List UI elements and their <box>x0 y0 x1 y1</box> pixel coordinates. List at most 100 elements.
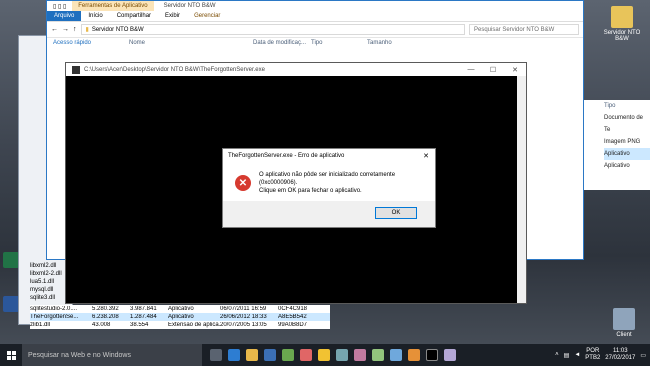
dialog-close-button[interactable]: ✕ <box>417 152 435 160</box>
app-icon[interactable] <box>318 349 330 361</box>
cell-type: Aplicativo <box>168 314 194 320</box>
edge-icon[interactable] <box>228 349 240 361</box>
dialog-titlebar: TheForgottenServer.exe - Erro de aplicat… <box>223 149 435 163</box>
desktop-icon-label: Servidor NTO B&W <box>603 30 641 42</box>
list-item[interactable]: Aplicativo <box>604 160 650 172</box>
search-input[interactable]: Pesquisar Servidor NTO B&W <box>469 24 579 35</box>
maximize-button[interactable]: ☐ <box>482 66 504 74</box>
excel-icon <box>3 252 19 268</box>
clock[interactable]: 11:03 27/02/2017 <box>605 348 635 362</box>
console-scrollbar[interactable] <box>517 76 526 303</box>
app-icon[interactable] <box>354 349 366 361</box>
console-controls: — ☐ ✕ <box>460 66 526 74</box>
cell-size: 43.008 <box>92 322 111 328</box>
lang-label: POR <box>586 348 600 354</box>
error-dialog[interactable]: TheForgottenServer.exe - Erro de aplicat… <box>222 148 436 228</box>
app-icon[interactable] <box>444 349 456 361</box>
up-arrow-icon[interactable]: ↑ <box>73 26 77 33</box>
forward-arrow-icon[interactable]: → <box>62 26 69 33</box>
table-row[interactable]: sqlitestudio-2.0.... 5.280.392 3.987.841… <box>30 305 330 313</box>
context-tab-header: Ferramentas de Aplicativo <box>72 1 154 11</box>
cell-type: Extensão de aplica... <box>168 322 220 328</box>
table-row[interactable]: zlib1.dll 43.008 38.554 Extensão de apli… <box>30 321 330 329</box>
dialog-body: ✕ O aplicativo não pôde ser inicializado… <box>223 163 435 203</box>
back-arrow-icon[interactable]: ← <box>51 26 58 33</box>
list-item[interactable]: Aplicativo <box>604 148 650 160</box>
col-tamanho[interactable]: Tamanho <box>367 40 417 46</box>
list-item[interactable]: Documento de Te <box>604 112 650 136</box>
store-icon[interactable] <box>264 349 276 361</box>
table-row[interactable]: TheForgottenSe... 6.238.208 1.287.484 Ap… <box>30 313 330 321</box>
tab-arquivo[interactable]: Arquivo <box>47 11 82 21</box>
desktop-icon-servidor[interactable]: Servidor NTO B&W <box>600 6 644 42</box>
taskbar-search[interactable]: Pesquisar na Web e no Windows <box>22 344 202 366</box>
quick-access-item[interactable]: Acesso rápido <box>47 40 129 46</box>
left-file-list: libxml2.dll libxml2-2.dll lua5.1.dll mys… <box>30 262 62 302</box>
close-button[interactable]: ✕ <box>504 66 526 74</box>
cell-size2: 3.987.841 <box>130 306 157 312</box>
dialog-message-line1: O aplicativo não pôde ser inicializado c… <box>258 172 396 186</box>
start-button[interactable] <box>0 344 22 366</box>
cell-name: sqlitestudio-2.0.... <box>30 306 78 312</box>
cell-type: Aplicativo <box>168 306 194 312</box>
list-item[interactable]: libxml2.dll <box>30 262 62 270</box>
list-item[interactable]: mysql.dll <box>30 286 62 294</box>
volume-icon[interactable]: ◄ <box>574 352 580 358</box>
layout-label: PTB2 <box>585 355 601 361</box>
cell-date: 26/06/2012 18:33 <box>220 314 267 320</box>
col-nome[interactable]: Nome <box>129 40 253 46</box>
tab-inicio[interactable]: Início <box>81 11 109 21</box>
language-indicator[interactable]: POR PTB2 <box>585 348 600 362</box>
dialog-message: O aplicativo não pôde ser inicializado c… <box>259 171 435 195</box>
tab-exibir[interactable]: Exibir <box>158 11 187 21</box>
console-title: C:\Users\Acer\Desktop\Servidor NTO B&W\T… <box>84 66 265 73</box>
list-item[interactable]: lua5.1.dll <box>30 278 62 286</box>
app-icon[interactable] <box>336 349 348 361</box>
address-bar[interactable]: ▮ Servidor NTO B&W <box>80 24 465 35</box>
ok-button[interactable]: OK <box>375 207 417 219</box>
network-icon[interactable]: ▤ <box>564 352 570 359</box>
minimize-button[interactable]: — <box>460 66 482 74</box>
windows-icon <box>6 350 16 360</box>
cell-date: 20/07/2005 13:05 <box>220 322 267 328</box>
dialog-message-line2: Clique em OK para fechar o aplicativo. <box>258 188 362 194</box>
folder-icon <box>613 308 635 330</box>
list-item[interactable]: Imagem PNG <box>604 136 650 148</box>
ribbon-tabs: Arquivo Início Compartilhar Exibir Geren… <box>47 11 583 22</box>
file-table-bottom: sqlitestudio-2.0.... 5.280.392 3.987.841… <box>30 305 330 329</box>
list-item[interactable]: libxml2-2.dll <box>30 270 62 278</box>
app-icon[interactable] <box>390 349 402 361</box>
clock-time: 11:03 <box>613 348 628 354</box>
cell-hash: 0CF4C918 <box>278 306 308 312</box>
col-tipo-right: Tipo <box>604 103 616 109</box>
app-icon[interactable] <box>282 349 294 361</box>
app-icon[interactable] <box>300 349 312 361</box>
taskbar: Pesquisar na Web e no Windows ˄ ▤ ◄ POR … <box>0 344 650 366</box>
app-icon[interactable] <box>372 349 384 361</box>
right-type-column: Tipo Documento de Te Imagem PNG Aplicati… <box>584 100 650 190</box>
address-row: ← → ↑ ▮ Servidor NTO B&W Pesquisar Servi… <box>47 22 583 38</box>
tab-gerenciar[interactable]: Gerenciar <box>187 11 227 21</box>
col-data[interactable]: Data de modificaç... <box>253 40 311 46</box>
clock-date: 27/02/2017 <box>605 355 636 361</box>
error-icon: ✕ <box>235 175 251 191</box>
column-headers: Acesso rápido Nome Data de modificaç... … <box>47 38 583 48</box>
notifications-icon[interactable]: ▭ <box>640 352 646 359</box>
explorer-icon[interactable] <box>246 349 258 361</box>
explorer-titlebar: ▯ ▯ ▯ Ferramentas de Aplicativo Servidor… <box>47 1 583 11</box>
cell-size: 5.280.392 <box>92 306 119 312</box>
cell-name: TheForgottenSe... <box>30 314 79 320</box>
list-item[interactable]: sqlite3.dll <box>30 294 62 302</box>
tray-chevron-icon[interactable]: ˄ <box>555 352 559 358</box>
desktop-icon-client[interactable]: Client <box>602 308 646 338</box>
console-task-icon[interactable] <box>426 349 438 361</box>
folder-icon <box>611 6 633 28</box>
taskbar-pinned <box>210 349 456 361</box>
col-tipo[interactable]: Tipo <box>311 40 367 46</box>
task-view-icon[interactable] <box>210 349 222 361</box>
address-text: Servidor NTO B&W <box>91 26 144 33</box>
app-icon[interactable] <box>408 349 420 361</box>
tab-compartilhar[interactable]: Compartilhar <box>110 11 158 21</box>
system-tray: ˄ ▤ ◄ POR PTB2 11:03 27/02/2017 ▭ <box>555 348 650 362</box>
cell-size2: 38.554 <box>130 322 149 328</box>
